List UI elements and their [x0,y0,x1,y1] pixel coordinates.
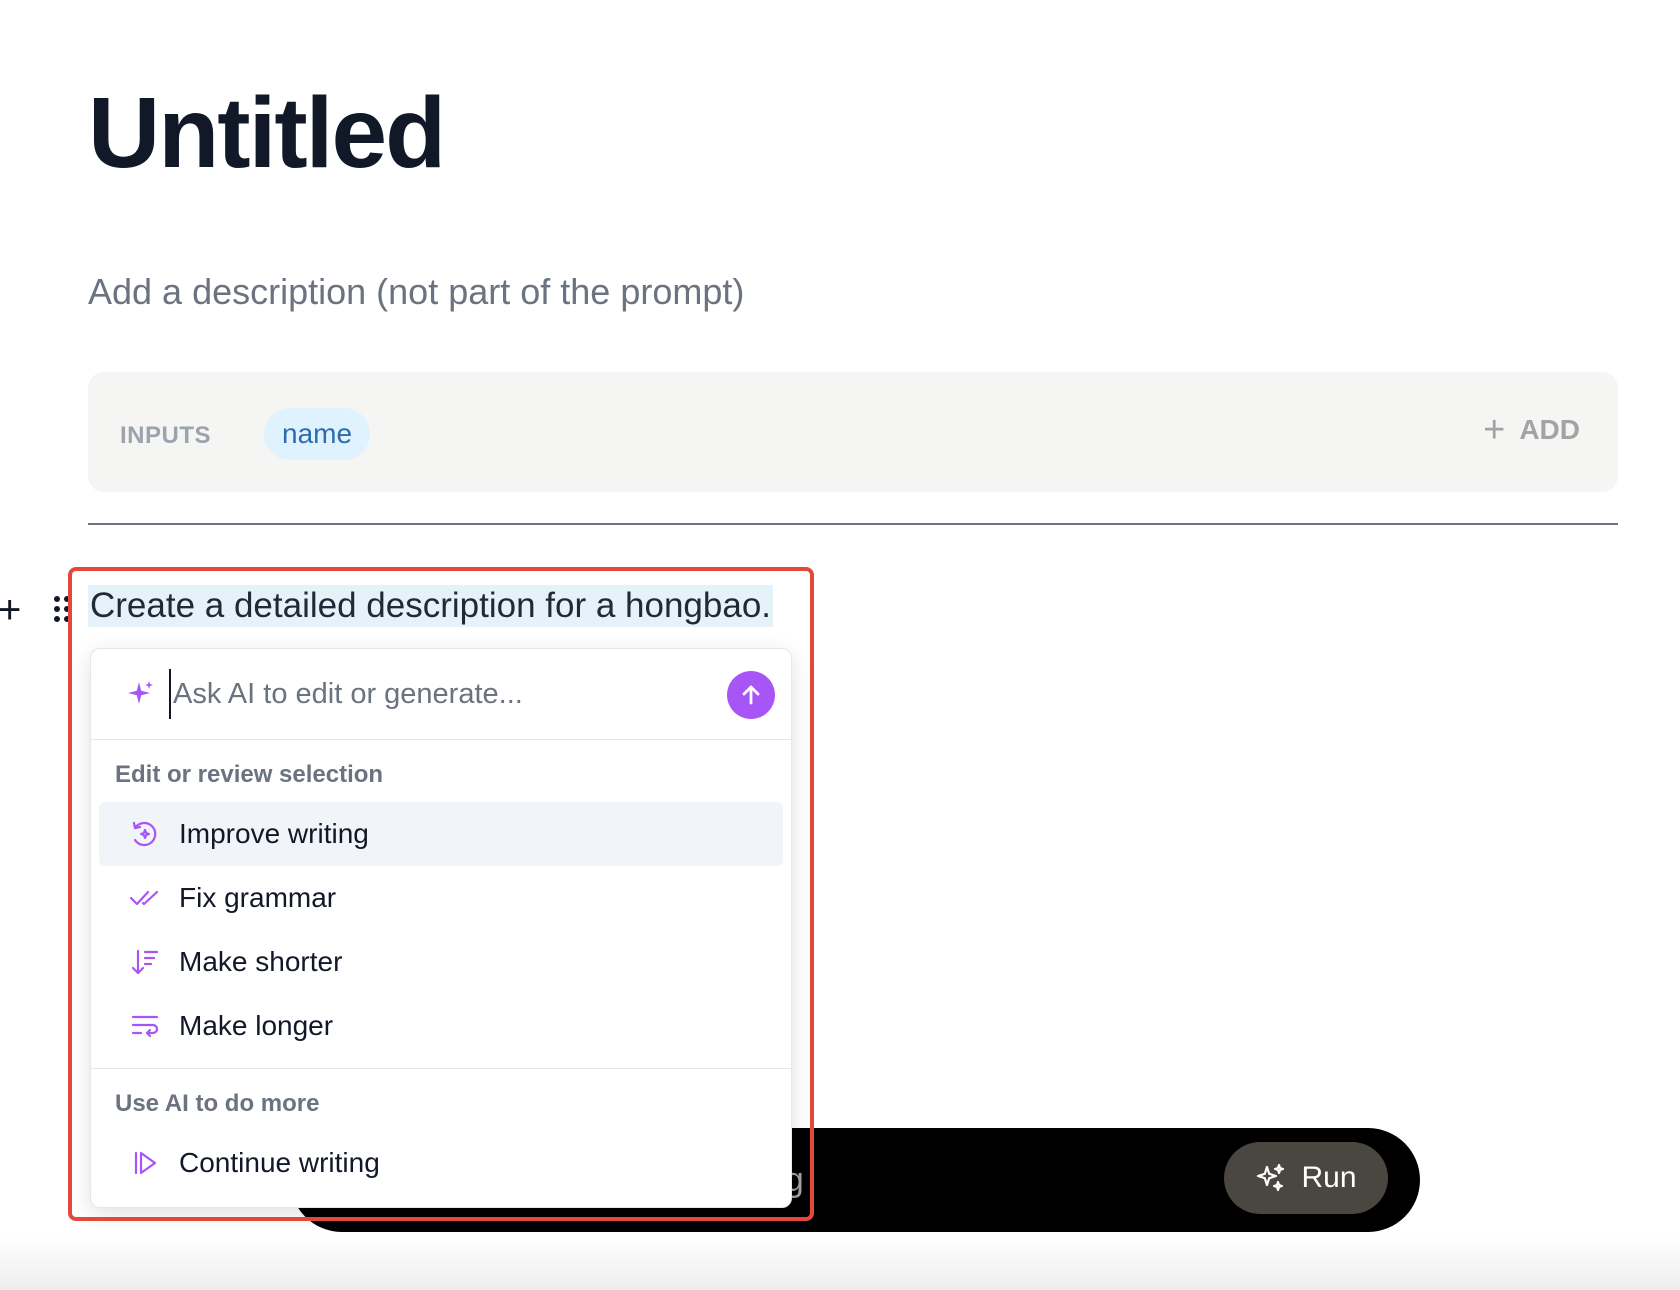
arrow-up-icon [742,685,760,705]
divider [88,523,1618,525]
sparkles-icon [1257,1163,1285,1192]
menu-label: Continue writing [179,1147,380,1178]
run-button[interactable]: Run [1224,1142,1388,1214]
sparkle-icon [128,681,153,704]
menu-label: Make longer [179,1010,334,1041]
sort-shorter-icon [129,946,161,978]
ai-edit-popup: Edit or review selection Improve writing… [90,648,792,1208]
plus-icon: + [1483,409,1506,451]
add-input-button[interactable]: + ADD [1483,409,1580,451]
refresh-sparkle-icon [129,818,161,850]
send-button[interactable] [727,671,775,719]
menu-label: Make shorter [179,946,343,977]
inputs-bar: INPUTS name + ADD [88,372,1618,492]
input-chip-name[interactable]: name [264,408,371,460]
play-forward-icon [129,1147,161,1179]
menu-label: Fix grammar [179,882,337,913]
menu-item-make-shorter[interactable]: Make shorter [99,930,783,994]
menu-item-make-longer[interactable]: Make longer [99,994,783,1058]
add-block-icon[interactable]: + [0,590,21,630]
inputs-label: INPUTS [120,422,212,449]
prompt-text-selection[interactable]: Create a detailed description for a hong… [88,585,774,627]
drag-handle-icon[interactable] [54,596,70,624]
wrap-longer-icon [129,1010,161,1042]
menu-label: Improve writing [179,818,369,849]
bottom-fade [0,1236,1680,1290]
ai-input-row [91,649,791,740]
double-check-icon [129,882,161,914]
run-label: Run [1301,1161,1357,1194]
section-heading-edit: Edit or review selection [115,761,384,788]
ai-prompt-input[interactable] [169,669,693,719]
description-field[interactable]: Add a description (not part of the promp… [88,270,744,314]
add-input-label: ADD [1519,414,1580,445]
page-title[interactable]: Untitled [88,78,446,188]
menu-item-continue-writing[interactable]: Continue writing [99,1131,783,1195]
menu-item-improve-writing[interactable]: Improve writing [99,802,783,866]
menu-item-fix-grammar[interactable]: Fix grammar [99,866,783,930]
section-heading-more: Use AI to do more [115,1090,320,1117]
